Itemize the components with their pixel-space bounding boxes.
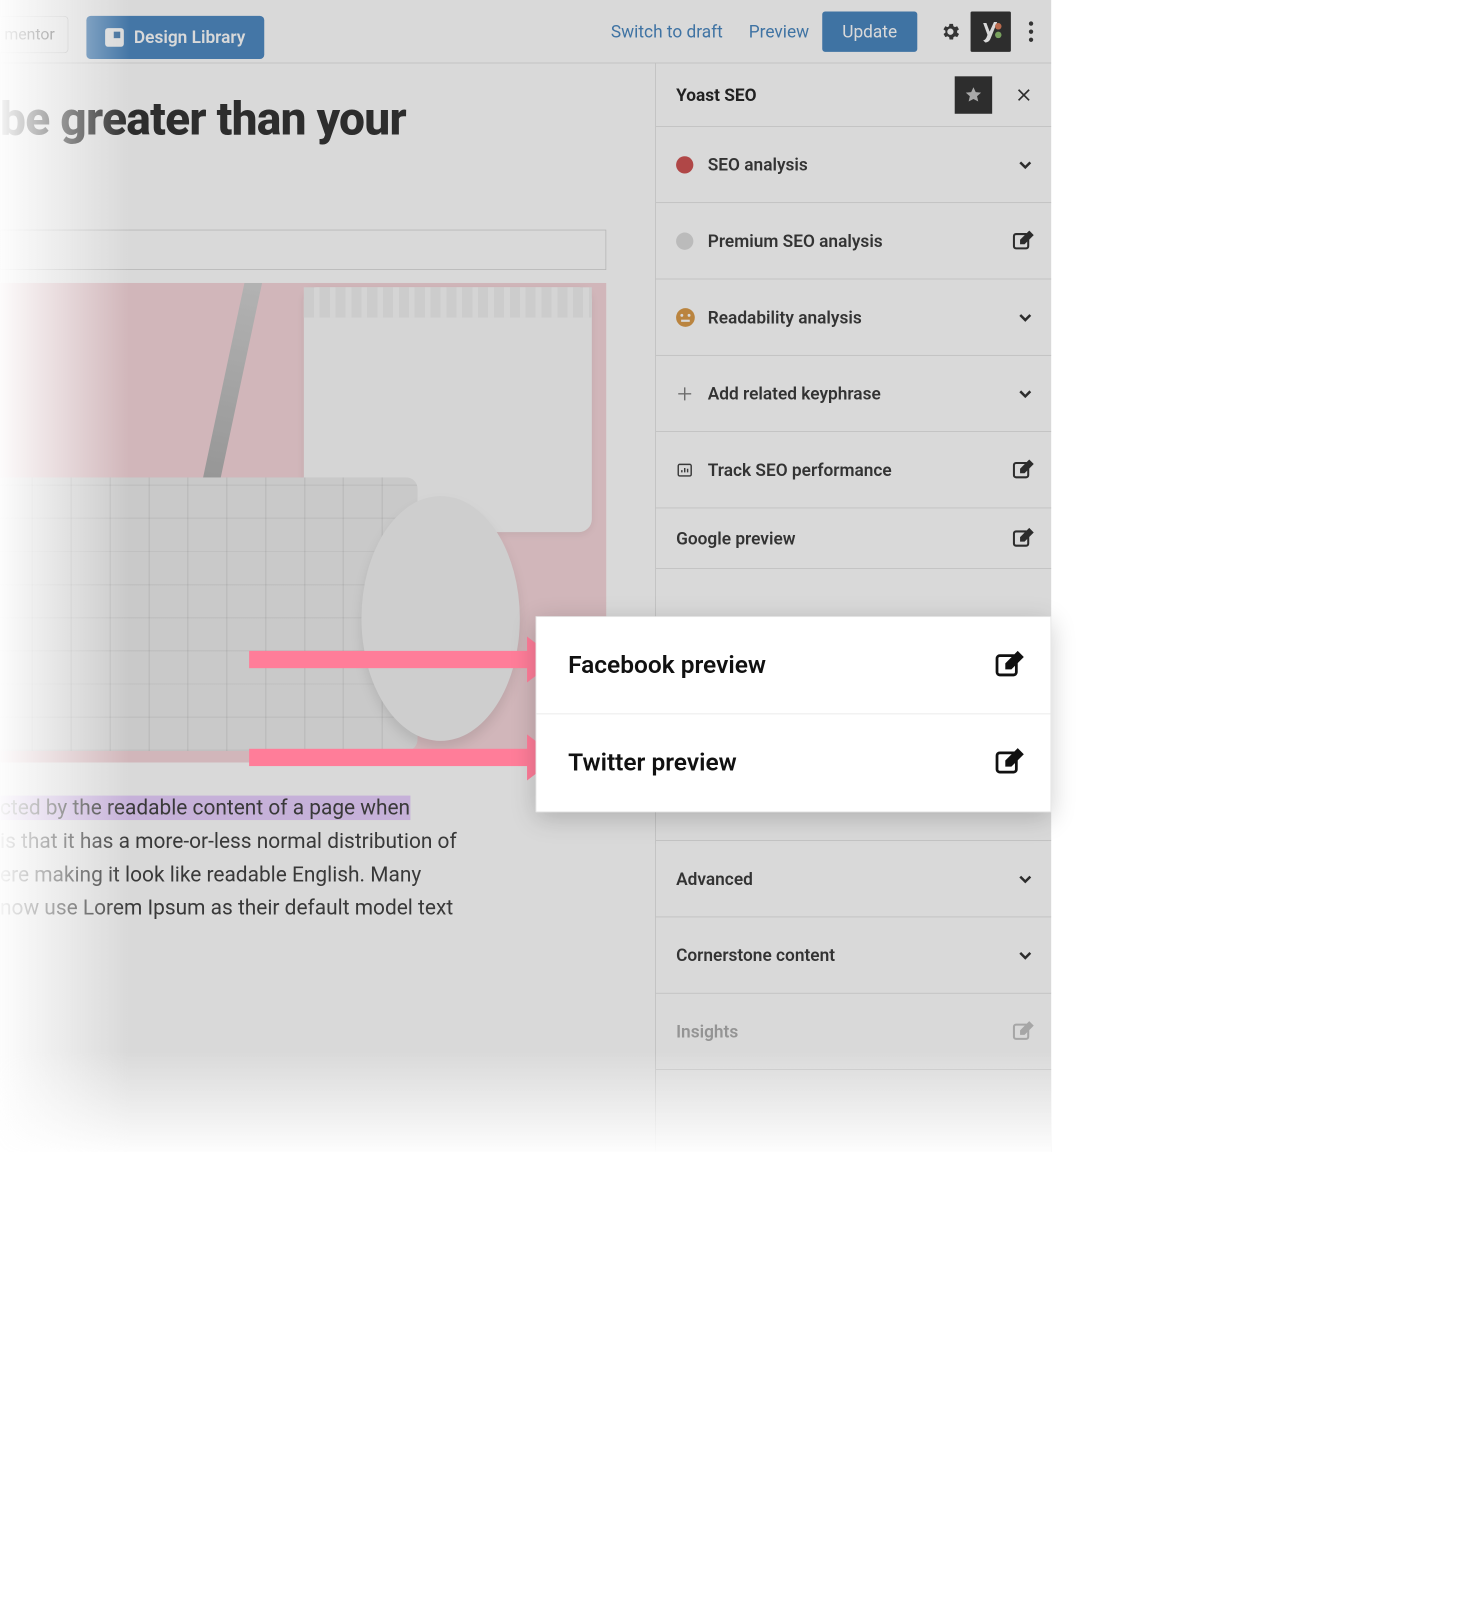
more-vertical-icon <box>1028 21 1034 43</box>
sidebar-star-button[interactable] <box>955 76 992 113</box>
row-facebook-preview[interactable]: Facebook preview <box>536 617 1050 713</box>
neutral-face-icon <box>676 308 695 327</box>
row-cornerstone-label: Cornerstone content <box>676 945 1015 965</box>
row-track-performance[interactable]: Track SEO performance <box>656 432 1051 508</box>
edit-icon <box>1011 526 1035 550</box>
row-twitter-preview-label: Twitter preview <box>568 748 993 777</box>
paragraph-line-3: ere making it look like readable English… <box>0 863 421 887</box>
sidebar-title: Yoast SEO <box>676 85 955 105</box>
row-cornerstone[interactable]: Cornerstone content <box>656 917 1051 993</box>
gear-icon <box>940 21 962 43</box>
keyboard-shape <box>0 477 418 751</box>
post-title[interactable]: be greater than your <box>0 95 628 143</box>
edit-icon <box>993 649 1026 682</box>
sidebar-close-button[interactable] <box>1008 79 1040 111</box>
edit-icon <box>993 746 1026 779</box>
plus-icon <box>676 385 693 402</box>
status-dot-grey <box>676 232 693 249</box>
row-advanced-label: Advanced <box>676 869 1015 889</box>
edit-icon <box>1011 458 1035 482</box>
switch-to-draft-label: Switch to draft <box>611 22 723 42</box>
switch-to-draft-link[interactable]: Switch to draft <box>598 0 736 63</box>
row-google-preview[interactable]: Google preview <box>656 508 1051 568</box>
design-library-button[interactable]: Design Library <box>86 16 264 59</box>
block-placeholder[interactable] <box>0 230 606 270</box>
preview-link[interactable]: Preview <box>736 0 822 63</box>
settings-button[interactable] <box>930 0 970 63</box>
row-readability-label: Readability analysis <box>708 307 1015 327</box>
social-preview-popout: Facebook preview Twitter preview <box>536 616 1052 812</box>
status-dot-red <box>676 156 693 173</box>
update-button[interactable]: Update <box>822 12 917 52</box>
row-insights[interactable]: Insights <box>656 994 1051 1070</box>
row-track-performance-label: Track SEO performance <box>708 460 1011 480</box>
row-premium-seo[interactable]: Premium SEO analysis <box>656 203 1051 279</box>
design-library-label: Design Library <box>134 27 245 47</box>
row-add-keyphrase-label: Add related keyphrase <box>708 383 1015 403</box>
close-icon <box>1016 87 1032 103</box>
elementor-button[interactable]: mentor <box>0 16 68 53</box>
design-library-icon <box>105 28 124 47</box>
chevron-down-icon <box>1015 154 1035 174</box>
chevron-down-icon <box>1015 307 1035 327</box>
row-seo-analysis[interactable]: SEO analysis <box>656 127 1051 203</box>
preview-link-label: Preview <box>749 22 809 42</box>
row-premium-seo-label: Premium SEO analysis <box>708 231 1011 251</box>
star-icon <box>964 85 983 104</box>
annotation-arrow-1 <box>249 651 530 668</box>
editor-canvas[interactable]: be greater than your cted by the readabl… <box>0 63 628 1152</box>
chevron-down-icon <box>1015 945 1035 965</box>
featured-image[interactable] <box>0 283 606 763</box>
row-advanced[interactable]: Advanced <box>656 841 1051 917</box>
row-google-preview-label: Google preview <box>676 528 1011 548</box>
update-button-label: Update <box>842 22 897 42</box>
elementor-button-label: mentor <box>4 26 54 44</box>
row-twitter-preview[interactable]: Twitter preview <box>536 714 1050 810</box>
yoast-sidebar: Yoast SEO SEO analysis Premium SEO analy… <box>655 63 1051 1152</box>
sidebar-header: Yoast SEO <box>656 63 1051 126</box>
editor-top-toolbar: mentor Design Library Switch to draft Pr… <box>0 0 1051 63</box>
chevron-down-icon <box>1015 383 1035 403</box>
row-seo-analysis-label: SEO analysis <box>708 154 1015 174</box>
mouse-shape <box>361 496 519 741</box>
row-insights-label: Insights <box>676 1021 1011 1041</box>
paragraph-line-1: cted by the readable content of a page w… <box>0 796 410 820</box>
annotation-arrow-2 <box>249 749 530 766</box>
edit-icon <box>1011 1019 1035 1043</box>
yoast-plugin-button[interactable] <box>971 12 1011 52</box>
chevron-down-icon <box>1015 869 1035 889</box>
row-readability[interactable]: Readability analysis <box>656 279 1051 355</box>
edit-icon <box>1011 229 1035 253</box>
row-facebook-preview-label: Facebook preview <box>568 651 993 680</box>
paragraph-line-4: now use Lorem Ipsum as their default mod… <box>0 896 453 920</box>
yoast-icon <box>978 19 1004 45</box>
more-options-button[interactable] <box>1011 0 1051 63</box>
paragraph-line-2: is that it has a more-or-less normal dis… <box>0 829 457 853</box>
bar-chart-icon <box>676 461 693 478</box>
row-add-keyphrase[interactable]: Add related keyphrase <box>656 356 1051 432</box>
paragraph-block[interactable]: cted by the readable content of a page w… <box>0 791 590 925</box>
